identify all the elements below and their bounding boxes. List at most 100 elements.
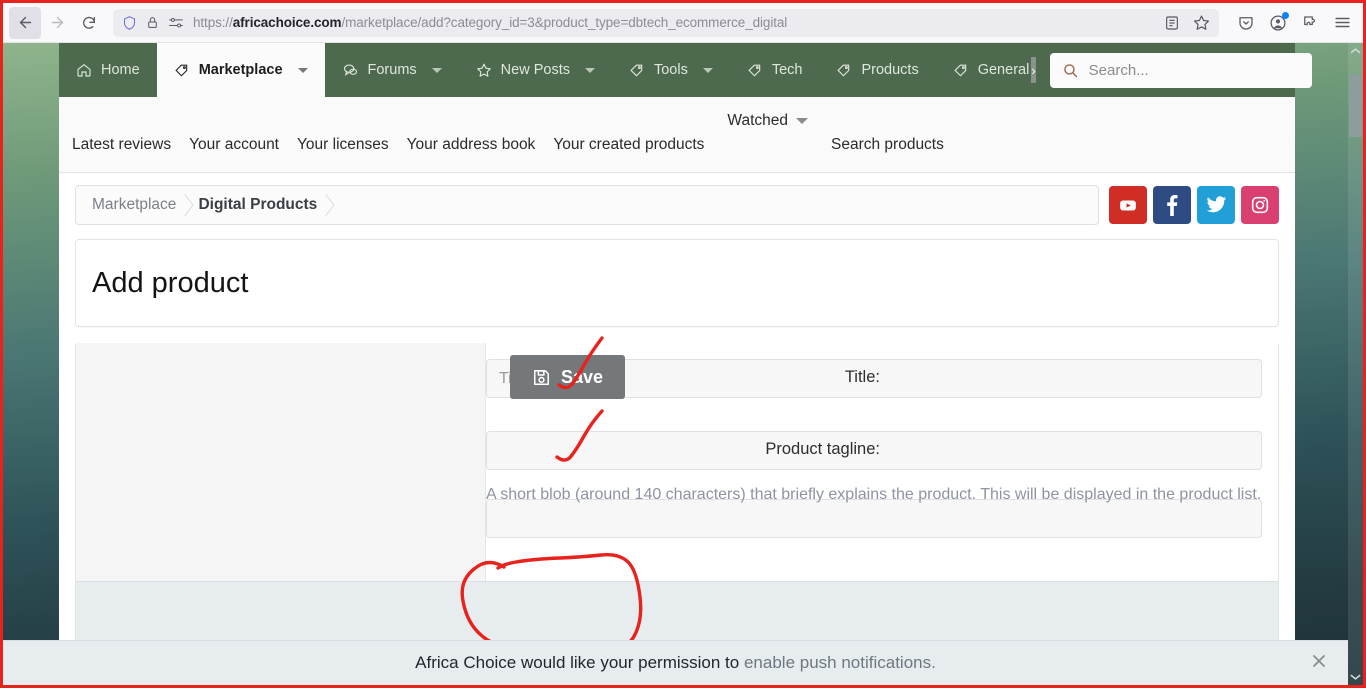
toolbar-right-icons xyxy=(1231,8,1357,38)
nav-item-label: Home xyxy=(101,62,140,78)
scrollbar-track[interactable] xyxy=(1348,59,1363,669)
facebook-link[interactable] xyxy=(1153,186,1191,224)
chevron-down-icon[interactable] xyxy=(431,67,442,73)
product-tagline-label: Product tagline: xyxy=(765,440,880,458)
push-notification-bar: Africa Choice would like your permission… xyxy=(3,640,1348,685)
instagram-link[interactable] xyxy=(1241,186,1279,224)
forward-arrow-icon xyxy=(51,16,63,29)
tag-icon xyxy=(837,64,850,77)
nav-item-marketplace[interactable]: Marketplace xyxy=(156,43,325,97)
reader-view-icon[interactable] xyxy=(1164,15,1180,31)
breadcrumb-item-marketplace[interactable]: Marketplace xyxy=(92,196,198,214)
back-arrow-icon xyxy=(19,16,31,29)
push-message-prefix: Africa Choice would like your permission… xyxy=(415,653,744,672)
subnav-item-your-account[interactable]: Your account xyxy=(180,136,288,154)
twitter-link[interactable] xyxy=(1197,186,1235,224)
subnav-item-your-address-book[interactable]: Your address book xyxy=(398,136,545,154)
breadcrumb-row: Marketplace Digital Products xyxy=(59,173,1295,225)
nav-item-tech[interactable]: Tech xyxy=(730,43,820,97)
nav-item-tools[interactable]: Tools xyxy=(612,43,730,97)
account-button[interactable] xyxy=(1263,8,1293,38)
back-button[interactable] xyxy=(9,6,41,39)
push-message-link[interactable]: enable push notifications. xyxy=(744,653,936,672)
youtube-link[interactable] xyxy=(1109,186,1147,224)
search-input[interactable]: Search... xyxy=(1049,52,1312,88)
url-text: https://africachoice.com/marketplace/add… xyxy=(193,15,788,30)
tag-icon xyxy=(748,64,761,77)
close-icon xyxy=(1313,655,1325,667)
page-scrollbar[interactable] xyxy=(1348,43,1363,685)
nav-item-label: Marketplace xyxy=(198,62,283,78)
nav-item-products[interactable]: Products xyxy=(819,43,935,97)
extensions-button[interactable] xyxy=(1295,8,1325,38)
subnav-item-your-created-products[interactable]: Your created products xyxy=(544,136,713,154)
nav-item-label: Products xyxy=(861,62,919,78)
browser-window: https://africachoice.com/marketplace/add… xyxy=(0,0,1366,688)
nav-item-home[interactable]: Home xyxy=(59,43,157,97)
primary-navigation: Home Marketplace Forums New Posts Tools … xyxy=(59,43,1312,97)
scrollbar-thumb[interactable] xyxy=(1349,75,1362,137)
home-icon xyxy=(77,63,91,77)
nav-item-label: General xyxy=(977,62,1030,78)
form-grid: Title: Title... Product tagline: A short… xyxy=(76,343,1278,582)
pocket-icon xyxy=(1239,16,1253,30)
forward-button[interactable] xyxy=(41,7,73,39)
chevron-down-icon xyxy=(1350,674,1361,680)
search-icon xyxy=(1063,63,1077,77)
nav-item-label: New Posts xyxy=(500,62,570,78)
app-menu-button[interactable] xyxy=(1327,8,1357,38)
breadcrumb-item-digital-products[interactable]: Digital Products xyxy=(198,196,339,214)
chevron-down-icon[interactable] xyxy=(584,67,595,73)
star-icon xyxy=(476,63,491,77)
nav-item-forums[interactable]: Forums xyxy=(325,43,459,97)
save-button[interactable]: Save xyxy=(510,355,626,399)
chevron-down-icon xyxy=(796,117,808,124)
hamburger-menu-icon xyxy=(1334,17,1350,28)
chevron-up-icon xyxy=(1350,48,1361,54)
chevron-down-icon[interactable] xyxy=(702,67,713,73)
tag-icon xyxy=(954,64,966,77)
tagline-hint-text: A short blob (around 140 characters) tha… xyxy=(486,486,1262,503)
subnav-item-your-licenses[interactable]: Your licenses xyxy=(288,136,398,154)
bookmark-star-icon[interactable] xyxy=(1193,14,1210,31)
url-bar[interactable]: https://africachoice.com/marketplace/add… xyxy=(113,8,1219,37)
save-button-label: Save xyxy=(561,366,604,387)
account-notification-dot xyxy=(1282,11,1289,19)
nav-item-new-posts[interactable]: New Posts xyxy=(459,43,612,97)
nav-item-general[interactable]: General xyxy=(936,43,1034,97)
tag-icon xyxy=(175,64,187,77)
instagram-icon xyxy=(1251,196,1269,214)
page-title: Add product xyxy=(92,266,249,299)
browser-toolbar: https://africachoice.com/marketplace/add… xyxy=(3,3,1363,43)
page-permissions-icon xyxy=(169,17,183,27)
lock-icon xyxy=(148,17,157,28)
facebook-icon xyxy=(1167,195,1178,216)
page-title-card: Add product xyxy=(75,239,1279,327)
form-label-column xyxy=(76,343,486,582)
nav-item-label: Tools xyxy=(653,62,688,78)
push-notification-message: Africa Choice would like your permission… xyxy=(415,653,936,673)
youtube-icon xyxy=(1120,200,1136,210)
push-notification-close-button[interactable] xyxy=(1312,653,1326,673)
nav-search-wrapper: Search... xyxy=(1036,43,1322,97)
shield-icon xyxy=(124,15,135,30)
pocket-button[interactable] xyxy=(1231,8,1261,38)
scroll-down-button[interactable] xyxy=(1348,669,1363,685)
twitter-icon xyxy=(1206,196,1226,213)
subnav-item-search-products[interactable]: Search products xyxy=(822,136,953,154)
floppy-disk-save-icon xyxy=(534,369,549,385)
chevron-down-icon[interactable] xyxy=(297,67,308,73)
social-links xyxy=(1109,186,1279,224)
scroll-up-button[interactable] xyxy=(1348,43,1363,59)
nav-item-label: Tech xyxy=(771,62,803,78)
extensions-puzzle-icon xyxy=(1304,15,1316,25)
nav-item-label: Forums xyxy=(367,62,417,78)
subnav-item-latest-reviews[interactable]: Latest reviews xyxy=(63,136,180,154)
reload-button[interactable] xyxy=(73,7,105,39)
page-viewport: Home Marketplace Forums New Posts Tools … xyxy=(3,43,1363,685)
form-footer xyxy=(76,581,1278,642)
tag-icon xyxy=(630,64,643,77)
reload-icon xyxy=(83,16,95,29)
subnav-item-watched[interactable]: Watched xyxy=(713,112,822,130)
search-placeholder: Search... xyxy=(1088,61,1149,79)
